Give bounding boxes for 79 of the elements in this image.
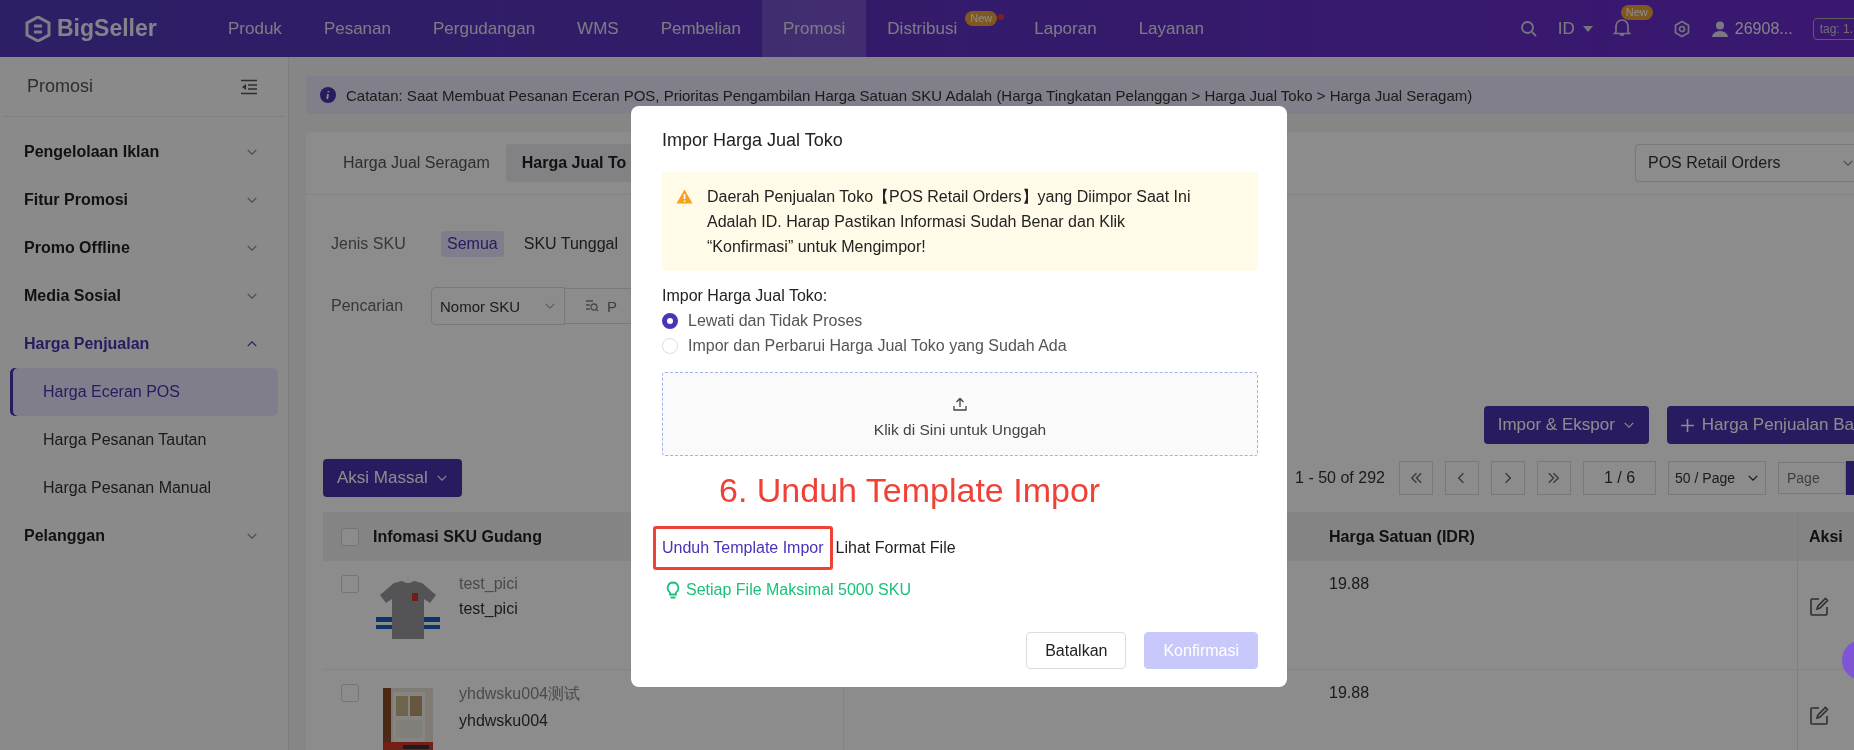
- dialog-title: Impor Harga Jual Toko: [662, 129, 844, 152]
- new-badge: New: [965, 11, 998, 26]
- sidebar-group[interactable]: Fitur Promosi: [0, 176, 288, 224]
- plus-icon: [1680, 418, 1694, 432]
- page-indicator: 1 / 6: [1582, 461, 1657, 495]
- column-header: Infomasi SKU Gudang: [373, 527, 542, 546]
- download-template-link[interactable]: Unduh Template Impor: [662, 539, 824, 556]
- nav-item[interactable]: Pergudangan: [412, 0, 557, 57]
- filter-option[interactable]: Semua: [441, 231, 504, 257]
- language-dropdown[interactable]: ID: [1557, 18, 1593, 39]
- option-text[interactable]: Lewati dan Tidak Proses: [688, 308, 863, 333]
- sidebar-group[interactable]: Promo Offline: [0, 224, 288, 272]
- nav-item[interactable]: Layanan: [1117, 0, 1225, 57]
- bulk-action-button[interactable]: Aksi Massal: [323, 459, 462, 497]
- upload-icon: [953, 397, 967, 411]
- page-size-dropdown[interactable]: 50 / Page: [1668, 461, 1766, 495]
- tip-text: Setiap File Maksimal 5000 SKU: [686, 581, 911, 599]
- sidebar-group[interactable]: Pelanggan: [0, 512, 288, 560]
- column-header: Harga Satuan (IDR): [1329, 527, 1475, 546]
- sidebar-group[interactable]: Harga Penjualan: [0, 320, 288, 368]
- nav-item[interactable]: Produk: [207, 0, 303, 57]
- option-label: Impor Harga Jual Toko:: [662, 286, 829, 306]
- nav-item[interactable]: Pembelian: [639, 0, 762, 57]
- search-type-dropdown[interactable]: Nomor SKU: [431, 287, 565, 325]
- nav-item[interactable]: WMS: [556, 0, 640, 57]
- page-jump-field[interactable]: Page: [1778, 462, 1846, 494]
- add-price-button[interactable]: Harga Penjualan Ba: [1666, 406, 1854, 444]
- filter-option[interactable]: SKU Tunggal: [517, 231, 624, 257]
- user-name[interactable]: 26908...: [1734, 19, 1793, 38]
- upload-area[interactable]: Klik di Sini untuk Unggah: [662, 372, 1258, 456]
- search-icon: [1519, 19, 1538, 38]
- product-name: yhdwsku004测试: [459, 684, 580, 704]
- product-name: test_pici: [459, 575, 518, 593]
- last-page-button[interactable]: [1536, 461, 1571, 495]
- file-format-link[interactable]: Lihat Format File: [835, 537, 956, 559]
- settings-icon: [1672, 19, 1691, 38]
- warning-icon: [676, 189, 693, 204]
- bell-icon: [1612, 16, 1631, 37]
- previous-page-button[interactable]: [1444, 461, 1479, 495]
- warning-text: Daerah Penjualan Toko【POS Retail Orders】yang Diimpor Saat Ini Adalah ID. Harap Pastikan Informasi Sudah Benar dan Klik “Konfirmasi” untuk Mengimpor!: [707, 187, 1192, 257]
- cancel-button[interactable]: Batalkan: [1026, 632, 1127, 669]
- collapse-menu-icon: [240, 78, 258, 95]
- notice-text: Catatan: Saat Membuat Pesanan Eceran POS, Prioritas Pengambilan Harga Satuan SKU Adalah (Harga Tingkatan Pelanggan > Harga Jual Toko > Harga Jual Seragam): [346, 86, 1473, 104]
- new-badge: New: [1620, 4, 1653, 20]
- column-header: Aksi: [1809, 527, 1843, 546]
- caret-icon: [1582, 24, 1593, 33]
- price-cell: 19.88: [1329, 684, 1370, 702]
- edit-icon: [1809, 706, 1829, 726]
- store-dropdown[interactable]: POS Retail Orders: [1635, 144, 1854, 182]
- tab[interactable]: Harga Jual Seragam: [327, 144, 506, 182]
- pagination-summary: 1 - 50 of 292: [1295, 469, 1385, 487]
- logo-icon: [25, 15, 51, 42]
- sku-code: yhdwsku004: [459, 712, 549, 730]
- first-page-button[interactable]: [1398, 461, 1433, 495]
- annotation-text: 6. Unduh Template Impor: [719, 471, 1101, 509]
- price-cell: 19.88: [1329, 575, 1370, 593]
- sidebar-group[interactable]: Pengelolaan Iklan: [0, 128, 288, 176]
- sidebar-item[interactable]: Harga Eceran POS: [10, 368, 278, 416]
- sidebar-item[interactable]: Harga Pesanan Manual: [10, 464, 278, 512]
- nav-item[interactable]: Laporan: [1013, 0, 1118, 57]
- logo-text: BigSeller: [57, 15, 157, 42]
- info-icon: [320, 87, 336, 103]
- nav-item[interactable]: Pesanan: [302, 0, 412, 57]
- nav-item[interactable]: Distribusi New: [866, 0, 1014, 57]
- next-page-button[interactable]: [1490, 461, 1525, 495]
- sidebar-title: Promosi: [27, 76, 93, 97]
- jump-button[interactable]: [1846, 461, 1854, 495]
- radio-button[interactable]: [662, 312, 678, 329]
- filter-label: Pencarian: [331, 297, 405, 315]
- lightbulb-icon: [666, 581, 680, 599]
- sidebar-group[interactable]: Media Sosial: [0, 272, 288, 320]
- option-text[interactable]: Impor dan Perbarui Harga Jual Toko yang Sudah Ada: [688, 333, 1067, 358]
- tag-label: tag: 1.: [1812, 17, 1854, 40]
- edit-icon: [1809, 597, 1829, 617]
- import-export-button[interactable]: Impor & Ekspor: [1483, 406, 1649, 444]
- user-icon: [1710, 19, 1729, 38]
- sidebar-item[interactable]: Harga Pesanan Tautan: [10, 416, 278, 464]
- sku-code: test_pici: [459, 600, 518, 618]
- filter-label: Jenis SKU: [331, 235, 407, 253]
